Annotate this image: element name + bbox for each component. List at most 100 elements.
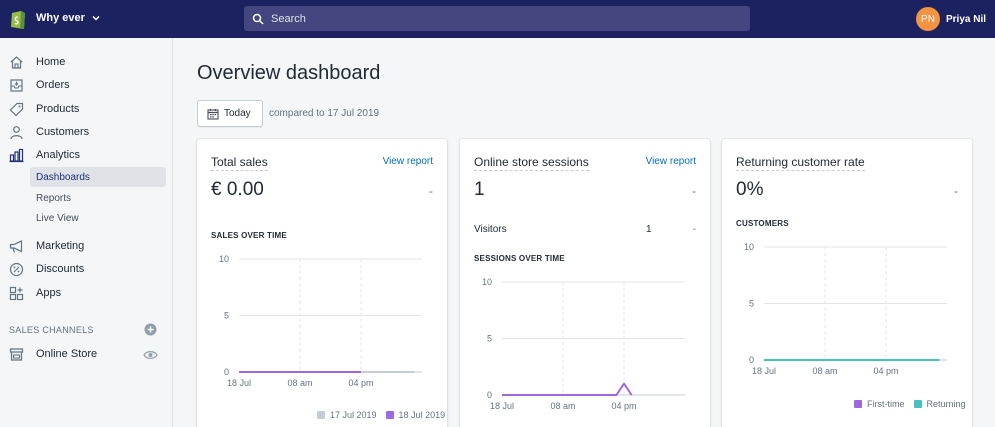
date-range-label: Today (224, 108, 251, 119)
store-name-label: Why ever (36, 12, 85, 24)
home-icon (10, 55, 23, 69)
sidebar-item-label: Orders (36, 79, 70, 91)
tag-icon (9, 102, 24, 116)
user-menu[interactable]: PN Priya Nil (916, 7, 986, 31)
view-report-link[interactable]: View report (646, 156, 696, 167)
chart-legend: First-time Returning (854, 399, 966, 409)
sidebar-item-products[interactable]: Products (0, 98, 173, 120)
search-icon (252, 13, 264, 25)
sidebar-item-label: Online Store (36, 348, 98, 360)
total-sales-card: Total sales View report € 0.00 - SALES O… (197, 139, 447, 427)
sidebar-subitem-live-view[interactable]: Live View (30, 208, 166, 228)
add-channel-icon[interactable] (144, 323, 157, 336)
sidebar-item-apps[interactable]: Apps (0, 282, 173, 304)
legend-label: Returning (926, 399, 966, 409)
legend-swatch (317, 411, 325, 419)
x-tick-label: 08 am (287, 378, 312, 388)
comparison-text: compared to 17 Jul 2019 (269, 108, 380, 119)
legend-swatch (913, 400, 922, 408)
avatar: PN (916, 7, 940, 31)
discount-icon (9, 262, 24, 276)
metric-value: 1 (474, 179, 485, 200)
sidebar-item-label: Analytics (36, 149, 81, 161)
metric-change: - (954, 184, 958, 198)
y-tick-label: 5 (749, 299, 754, 309)
search-input[interactable] (271, 12, 731, 25)
top-bar: Why ever PN Priya Nil (0, 0, 995, 38)
sidebar-item-label: Home (36, 56, 66, 68)
legend-label: 18 Jul 2019 (398, 410, 446, 420)
date-range-button[interactable]: Today (197, 100, 263, 127)
y-tick-label: 0 (224, 367, 229, 377)
y-tick-label: 10 (744, 242, 754, 252)
page-title: Overview dashboard (197, 62, 381, 84)
megaphone-icon (9, 239, 23, 253)
sidebar-item-analytics[interactable]: Analytics (0, 144, 173, 166)
metric-change: - (692, 184, 696, 198)
x-tick-label: 04 pm (611, 401, 636, 411)
y-tick-label: 10 (482, 277, 492, 287)
apps-icon (9, 286, 24, 300)
legend-label: First-time (867, 399, 905, 409)
card-title[interactable]: Total sales (211, 155, 268, 171)
chart-legend: 17 Jul 2019 18 Jul 2019 (317, 410, 445, 420)
sidebar-item-marketing[interactable]: Marketing (0, 235, 173, 257)
y-tick-label: 5 (224, 311, 229, 321)
y-tick-label: 5 (487, 334, 492, 344)
x-tick-label: 04 pm (873, 366, 898, 376)
visitors-value: 1 (646, 224, 652, 235)
user-name: Priya Nil (946, 13, 987, 25)
metric-change: - (429, 184, 433, 198)
legend-label: 17 Jul 2019 (330, 410, 377, 420)
orders-icon (10, 78, 23, 92)
chart-title: CUSTOMERS (736, 219, 789, 228)
legend-swatch (385, 411, 394, 419)
sidebar: Home Orders Products Customers Analytics… (0, 38, 173, 427)
x-tick-label: 18 Jul (227, 378, 251, 388)
y-tick-label: 0 (749, 355, 754, 365)
store-icon (9, 347, 24, 361)
customers-chart: 0 5 10 18 Jul 08 am 04 pm (744, 242, 947, 376)
x-tick-label: 04 pm (348, 378, 373, 388)
legend-swatch (854, 400, 862, 408)
sidebar-item-label: Apps (36, 287, 62, 299)
sales-over-time-chart: 0 5 10 18 Jul 08 am 04 pm (219, 254, 422, 388)
sessions-over-time-chart: 0 5 10 18 Jul 08 am 04 pm (482, 277, 685, 411)
x-tick-label: 08 am (812, 366, 837, 376)
sidebar-item-home[interactable]: Home (0, 51, 173, 73)
metric-value: € 0.00 (211, 179, 264, 200)
returning-customer-rate-card: Returning customer rate 0% - CUSTOMERS 0… (722, 139, 972, 427)
card-title[interactable]: Returning customer rate (736, 155, 865, 171)
sidebar-item-label: Products (36, 103, 80, 115)
sidebar-item-discounts[interactable]: Discounts (0, 258, 173, 280)
metric-value: 0% (736, 179, 764, 200)
chart-title: SESSIONS OVER TIME (474, 254, 565, 263)
y-tick-label: 0 (487, 390, 492, 400)
eye-icon[interactable] (143, 349, 158, 361)
search-bar[interactable] (244, 6, 750, 31)
series-line (502, 382, 633, 396)
bar-chart-icon (9, 148, 24, 162)
chart-title: SALES OVER TIME (211, 231, 287, 240)
store-switcher[interactable]: Why ever (36, 12, 101, 24)
x-tick-label: 08 am (550, 401, 575, 411)
x-tick-label: 18 Jul (752, 366, 776, 376)
x-tick-label: 18 Jul (490, 401, 514, 411)
view-report-link[interactable]: View report (383, 156, 433, 167)
sidebar-subitem-reports[interactable]: Reports (30, 188, 166, 208)
card-title[interactable]: Online store sessions (474, 155, 589, 171)
sidebar-item-label: Discounts (36, 263, 85, 275)
chevron-down-icon (92, 15, 100, 21)
sidebar-item-label: Customers (36, 126, 90, 138)
sidebar-item-orders[interactable]: Orders (0, 74, 173, 96)
visitors-label: Visitors (474, 224, 507, 235)
person-icon (10, 125, 23, 139)
sidebar-subitem-dashboards[interactable]: Dashboards (30, 167, 166, 187)
shopify-logo-icon[interactable] (9, 8, 27, 30)
sidebar-item-customers[interactable]: Customers (0, 121, 173, 143)
calendar-icon (207, 108, 219, 120)
visitors-change: - (692, 224, 696, 235)
online-store-sessions-card: Online store sessions View report 1 - Vi… (460, 139, 710, 427)
sidebar-item-label: Marketing (36, 240, 85, 252)
y-tick-label: 10 (219, 254, 229, 264)
